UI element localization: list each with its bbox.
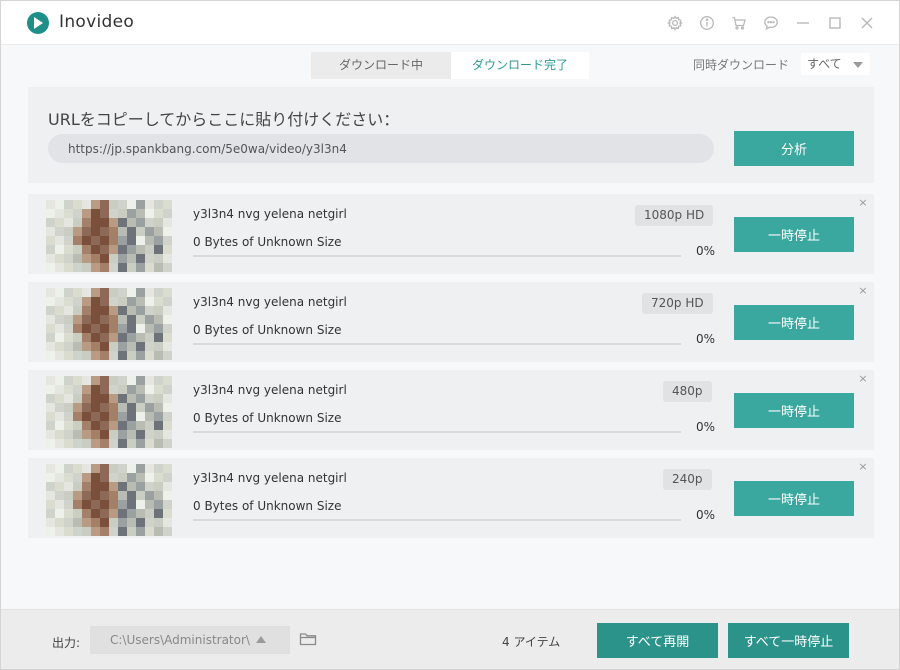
concurrent-download-select[interactable]: すべて bbox=[801, 53, 870, 75]
output-path-select[interactable]: C:\Users\Administrator\ bbox=[90, 626, 290, 654]
download-item: y3l3n4 nvg yelena netgirl 240p 0 Bytes o… bbox=[28, 458, 874, 538]
item-size: 0 Bytes of Unknown Size bbox=[193, 235, 342, 249]
resume-all-button[interactable]: すべて再開 bbox=[597, 623, 718, 658]
title-bar: Inovideo bbox=[1, 1, 899, 45]
progress-bar bbox=[193, 343, 681, 345]
tab-downloading[interactable]: ダウンロード中 bbox=[311, 52, 451, 79]
cart-icon[interactable] bbox=[730, 14, 748, 32]
thumbnail-mosaic bbox=[46, 200, 172, 272]
video-thumbnail bbox=[46, 288, 172, 360]
download-item: y3l3n4 nvg yelena netgirl 480p 0 Bytes o… bbox=[28, 370, 874, 450]
pause-button[interactable]: 一時停止 bbox=[734, 305, 854, 340]
thumbnail-mosaic bbox=[46, 288, 172, 360]
download-item: y3l3n4 nvg yelena netgirl 1080p HD 0 Byt… bbox=[28, 194, 874, 274]
concurrent-download-value: すべて bbox=[807, 57, 842, 71]
url-input[interactable] bbox=[48, 134, 714, 163]
info-icon[interactable] bbox=[698, 14, 716, 32]
settings-icon[interactable] bbox=[666, 14, 684, 32]
url-panel: URLをコピーしてからここに貼り付けください： 分析 bbox=[28, 87, 874, 183]
pause-button[interactable]: 一時停止 bbox=[734, 481, 854, 516]
progress-percent: 0% bbox=[696, 244, 716, 258]
thumbnail-mosaic bbox=[46, 376, 172, 448]
video-thumbnail bbox=[46, 376, 172, 448]
remove-item-icon[interactable]: × bbox=[857, 373, 869, 385]
pause-button[interactable]: 一時停止 bbox=[734, 393, 854, 428]
progress-bar bbox=[193, 431, 681, 433]
thumbnail-mosaic bbox=[46, 464, 172, 536]
item-title: y3l3n4 nvg yelena netgirl bbox=[193, 295, 347, 309]
item-count: 4 アイテム bbox=[502, 635, 561, 649]
progress-percent: 0% bbox=[696, 420, 716, 434]
chevron-up-icon bbox=[256, 636, 266, 643]
analyze-button[interactable]: 分析 bbox=[734, 131, 854, 166]
remove-item-icon[interactable]: × bbox=[857, 461, 869, 473]
item-title: y3l3n4 nvg yelena netgirl bbox=[193, 471, 347, 485]
url-heading: URLをコピーしてからここに貼り付けください： bbox=[48, 110, 400, 129]
app-title: Inovideo bbox=[59, 12, 135, 32]
item-title: y3l3n4 nvg yelena netgirl bbox=[193, 207, 347, 221]
download-item: y3l3n4 nvg yelena netgirl 720p HD 0 Byte… bbox=[28, 282, 874, 362]
quality-badge: 720p HD bbox=[642, 293, 713, 314]
item-title: y3l3n4 nvg yelena netgirl bbox=[193, 383, 347, 397]
progress-percent: 0% bbox=[696, 508, 716, 522]
remove-item-icon[interactable]: × bbox=[857, 197, 869, 209]
minimize-icon[interactable] bbox=[794, 14, 812, 32]
video-thumbnail bbox=[46, 464, 172, 536]
quality-badge: 1080p HD bbox=[635, 205, 714, 226]
output-label: 出力: bbox=[52, 636, 81, 650]
progress-percent: 0% bbox=[696, 332, 716, 346]
item-size: 0 Bytes of Unknown Size bbox=[193, 323, 342, 337]
pause-all-button[interactable]: すべて一時停止 bbox=[728, 623, 849, 658]
pause-button[interactable]: 一時停止 bbox=[734, 217, 854, 252]
video-thumbnail bbox=[46, 200, 172, 272]
bottom-bar: 出力: C:\Users\Administrator\ 4 アイテム すべて再開… bbox=[1, 609, 899, 669]
remove-item-icon[interactable]: × bbox=[857, 285, 869, 297]
concurrent-download-label: 同時ダウンロード bbox=[693, 58, 790, 72]
tab-bar: ダウンロード中 ダウンロード完了 bbox=[311, 52, 589, 79]
app-logo-icon bbox=[27, 12, 49, 34]
item-size: 0 Bytes of Unknown Size bbox=[193, 411, 342, 425]
close-icon[interactable] bbox=[858, 14, 876, 32]
progress-bar bbox=[193, 519, 681, 521]
output-path-value: C:\Users\Administrator\ bbox=[110, 633, 250, 647]
tab-completed[interactable]: ダウンロード完了 bbox=[451, 52, 589, 79]
app-window: Inovideo ダウンロード中 ダウンロード完了 同時ダウンロード すべて U… bbox=[0, 0, 900, 670]
progress-bar bbox=[193, 255, 681, 257]
feedback-icon[interactable] bbox=[762, 14, 780, 32]
quality-badge: 240p bbox=[663, 469, 712, 490]
quality-badge: 480p bbox=[663, 381, 712, 402]
item-size: 0 Bytes of Unknown Size bbox=[193, 499, 342, 513]
maximize-icon[interactable] bbox=[826, 14, 844, 32]
folder-icon[interactable] bbox=[299, 631, 317, 647]
chevron-down-icon bbox=[853, 62, 863, 68]
